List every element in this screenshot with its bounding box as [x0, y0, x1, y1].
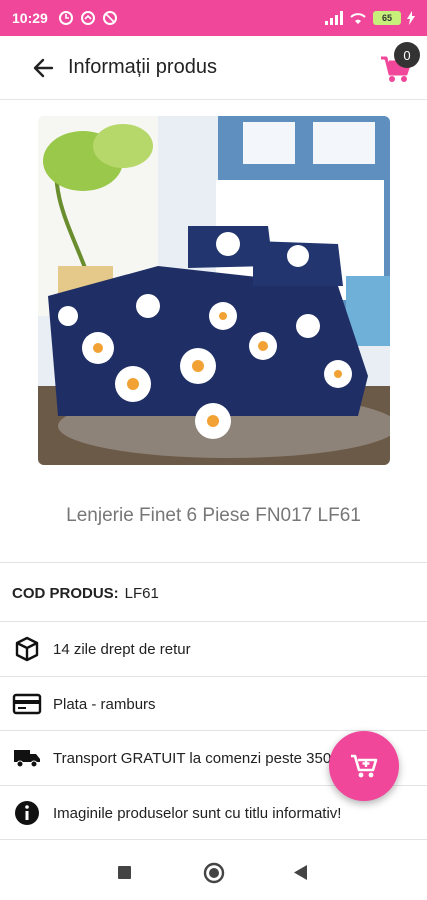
transport-text: Transport GRATUIT la comenzi peste 350 l… [53, 749, 355, 767]
arrow-left-icon [33, 58, 54, 78]
status-time: 10:29 [12, 10, 48, 26]
wifi-icon [350, 13, 366, 24]
system-nav-bar [0, 846, 427, 900]
back-button[interactable] [30, 54, 60, 82]
status-system-icons: 65 [325, 11, 415, 25]
product-code-value: LF61 [124, 584, 159, 602]
battery-icon: 65 [373, 11, 401, 25]
app-bar: Informații produs 0 [0, 36, 427, 100]
truck-icon [12, 745, 42, 771]
disclaimer-text: Imaginile produselor sunt cu titlu infor… [53, 804, 342, 822]
product-code-label: COD PRODUS: [12, 584, 119, 602]
return-policy-row: 14 zile drept de retur [0, 622, 427, 676]
product-name: Lenjerie Finet 6 Piese FN017 LF61 [66, 505, 361, 526]
return-policy-text: 14 zile drept de retur [53, 640, 191, 658]
signal-icon [325, 11, 343, 25]
payment-row: Plata - ramburs [0, 677, 427, 731]
charging-icon [407, 11, 415, 25]
status-bar: 10:29 65 [0, 0, 427, 36]
page-title: Informații produs [68, 56, 217, 78]
divider [0, 562, 427, 563]
battery-level: 65 [381, 13, 392, 23]
back-nav-button[interactable] [293, 864, 308, 886]
cart-count-badge: 0 [394, 42, 420, 68]
recents-button[interactable] [117, 865, 132, 885]
divider [0, 839, 427, 840]
payment-text: Plata - ramburs [53, 695, 156, 713]
sync-icon [80, 11, 95, 25]
status-notification-icons [58, 10, 118, 26]
square-icon [118, 866, 131, 879]
info-icon [12, 800, 42, 826]
triangle-back-icon [294, 865, 307, 880]
add-to-cart-button[interactable] [329, 731, 399, 801]
product-image [38, 116, 390, 465]
add-to-cart-icon [351, 754, 378, 778]
box-icon [12, 636, 42, 662]
do-not-disturb-icon [102, 11, 117, 25]
product-code-row: COD PRODUS: LF61 [0, 566, 427, 620]
credit-card-icon [12, 691, 42, 717]
alarm-icon [58, 11, 73, 25]
circle-icon [203, 862, 225, 884]
home-button[interactable] [203, 862, 225, 889]
